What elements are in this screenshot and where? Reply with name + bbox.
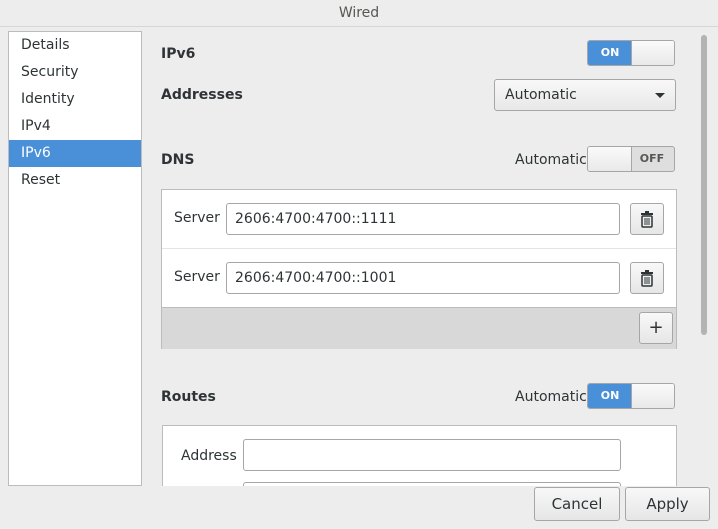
ipv6-toggle[interactable]: ON [587, 40, 675, 66]
dns-label: DNS [161, 152, 195, 168]
dns-server-list: Server 2606:4700:4700::1111 Server 2606:… [161, 189, 677, 349]
window-title: Wired [0, 0, 718, 27]
dns-automatic-label: Automatic [515, 152, 587, 168]
routes-automatic-label: Automatic [515, 389, 587, 405]
scrollbar-thumb[interactable] [701, 35, 707, 335]
routes-toggle-state: ON [588, 384, 632, 408]
addresses-label: Addresses [161, 87, 243, 103]
route-netmask-input[interactable] [243, 482, 621, 486]
routes-list: Address [162, 425, 677, 486]
routes-automatic-toggle[interactable]: ON [587, 383, 675, 409]
dns-server-label: Server [174, 210, 220, 226]
toggle-knob [588, 147, 632, 171]
route-address-input[interactable] [243, 439, 621, 471]
dns-server-1-input[interactable]: 2606:4700:4700::1111 [226, 203, 620, 235]
dns-automatic-toggle[interactable]: OFF [587, 146, 675, 172]
sidebar-item-reset[interactable]: Reset [9, 167, 141, 194]
sidebar: Details Security Identity IPv4 IPv6 Rese… [8, 31, 142, 486]
dns-server-2-input[interactable]: 2606:4700:4700::1001 [226, 262, 620, 294]
content-scrollbar[interactable] [700, 31, 708, 484]
addresses-dropdown-value: Automatic [505, 87, 577, 103]
toggle-knob [631, 384, 674, 408]
sidebar-item-ipv6[interactable]: IPv6 [9, 140, 141, 167]
sidebar-item-ipv4[interactable]: IPv4 [9, 113, 141, 140]
sidebar-item-identity[interactable]: Identity [9, 86, 141, 113]
ipv6-label: IPv6 [161, 46, 196, 62]
dns-toggle-state: OFF [639, 152, 665, 165]
plus-icon: + [648, 317, 664, 338]
delete-dns-server-1-button[interactable] [630, 203, 664, 235]
route-address-label: Address [181, 448, 237, 464]
trash-icon [641, 270, 653, 287]
trash-icon [641, 211, 653, 228]
sidebar-item-details[interactable]: Details [9, 32, 141, 59]
row-divider [162, 248, 676, 249]
settings-content: IPv6 ON Addresses Automatic DNS Automati… [141, 26, 698, 486]
apply-button[interactable]: Apply [625, 487, 710, 521]
ipv6-toggle-state: ON [588, 41, 632, 65]
addresses-dropdown[interactable]: Automatic [494, 79, 676, 111]
routes-label: Routes [161, 389, 216, 405]
dns-server-label: Server [174, 269, 220, 285]
dns-list-toolbar: + [162, 307, 676, 349]
cancel-button[interactable]: Cancel [534, 487, 620, 521]
add-dns-server-button[interactable]: + [639, 312, 673, 344]
delete-dns-server-2-button[interactable] [630, 262, 664, 294]
toggle-knob [631, 41, 674, 65]
chevron-down-icon [655, 93, 665, 98]
sidebar-item-security[interactable]: Security [9, 59, 141, 86]
